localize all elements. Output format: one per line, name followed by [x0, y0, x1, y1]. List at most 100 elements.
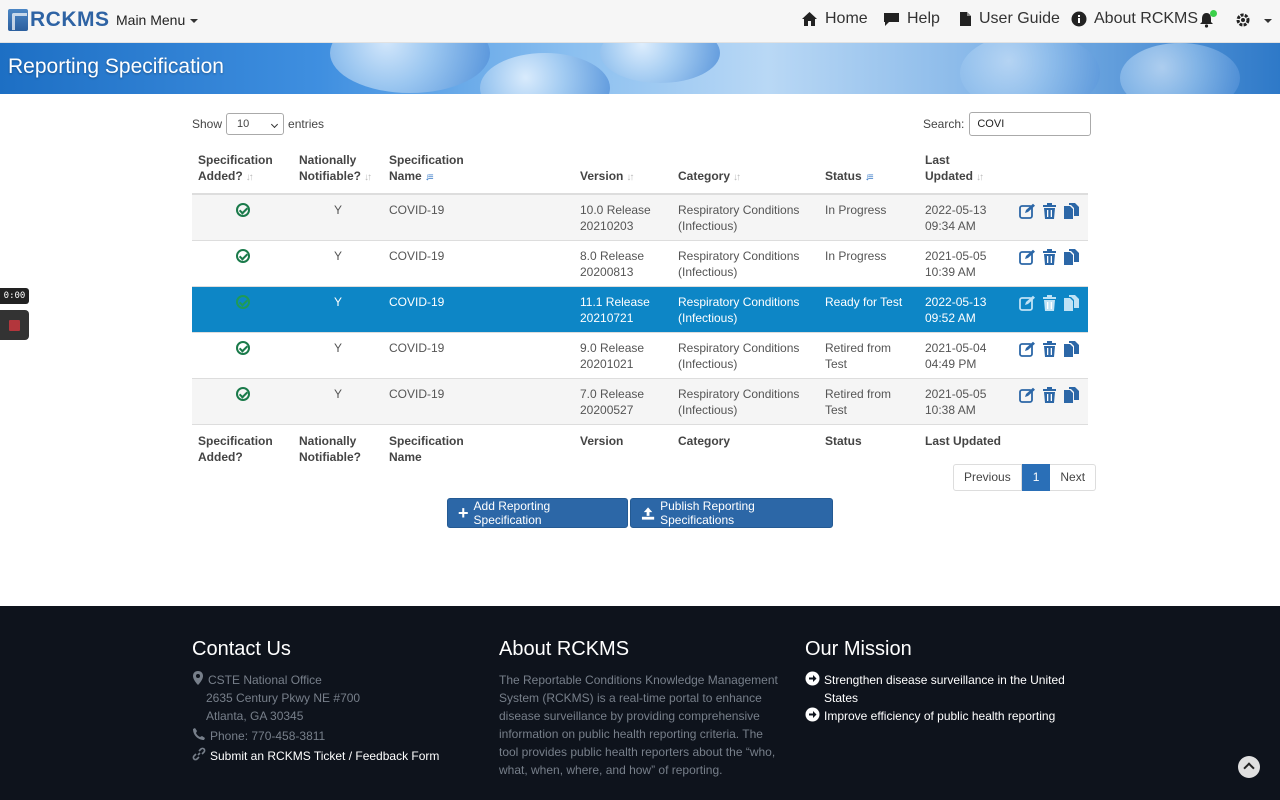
info-circle-icon	[1071, 11, 1087, 27]
col-header-status[interactable]: Status ↓≡	[819, 148, 919, 195]
copy-icon[interactable]	[1063, 249, 1080, 269]
trash-icon[interactable]	[1042, 387, 1057, 407]
footer-mission-item: Improve efficiency of public health repo…	[805, 707, 1075, 725]
copy-icon[interactable]	[1063, 295, 1080, 315]
check-circle-icon	[235, 387, 250, 401]
footer-header-added-line1: Specification	[198, 434, 273, 448]
footer-header-status: Status	[825, 434, 862, 448]
col-header-notifiable-line1: Nationally	[299, 153, 357, 167]
footer-header-added-line2: Added?	[198, 450, 243, 464]
cell-updated: 2022-05-13 09:34 AM	[919, 194, 1013, 241]
trash-icon[interactable]	[1042, 249, 1057, 269]
main-menu-dropdown[interactable]: Main Menu	[116, 12, 199, 28]
copy-icon[interactable]	[1063, 341, 1080, 361]
col-header-updated[interactable]: Last Updated ↓↑	[919, 148, 1013, 195]
page-banner: Reporting Specification	[0, 43, 1280, 94]
publish-reporting-specifications-button[interactable]: Publish Reporting Specifications	[630, 498, 833, 528]
cell-category-line1: Respiratory Conditions	[678, 295, 800, 309]
settings-dropdown[interactable]	[1235, 12, 1272, 28]
trash-icon[interactable]	[1042, 203, 1057, 223]
logo-icon	[8, 9, 28, 31]
col-header-updated-line2: Updated	[925, 169, 973, 183]
pagination-page-1[interactable]: 1	[1021, 464, 1051, 491]
home-icon	[802, 12, 817, 26]
footer-address-line2: Atlanta, GA 30345	[206, 709, 304, 723]
stop-recording-button[interactable]	[0, 310, 29, 340]
table-row[interactable]: Y COVID-19 7.0 Release 20200527 Respiratory …	[192, 378, 1088, 425]
search-input[interactable]	[969, 112, 1092, 136]
table-row[interactable]: Y COVID-19 8.0 Release 20200813 Respiratory …	[192, 240, 1088, 287]
trash-icon[interactable]	[1042, 341, 1057, 361]
col-header-added-line2: Added?	[198, 169, 243, 183]
cell-version: 9.0 Release 20201021	[574, 332, 672, 379]
cell-added	[192, 332, 293, 379]
entries-select[interactable]: 10	[226, 113, 285, 135]
notification-dot	[1210, 10, 1217, 17]
col-header-name[interactable]: Specification Name ↓≡	[383, 148, 574, 195]
col-header-version[interactable]: Version ↓↑	[574, 148, 672, 195]
cell-updated-time: 10:38 AM	[925, 403, 976, 417]
pagination-next[interactable]: Next	[1050, 464, 1097, 491]
copy-icon[interactable]	[1063, 203, 1080, 223]
cell-status-line2: Test	[825, 357, 848, 371]
table-row[interactable]: Y COVID-19 10.0 Release 20210203 Respiratory…	[192, 194, 1088, 241]
footer-header-name: Specification Name	[383, 425, 574, 473]
footer-contact-title: Contact Us	[192, 638, 291, 660]
nav-user-guide-label: User Guide	[979, 10, 1060, 27]
footer-mission-text: Improve efficiency of public health repo…	[824, 709, 1056, 723]
chevron-down-icon	[1264, 19, 1272, 23]
col-header-category-label: Category	[678, 169, 731, 183]
cell-version-line2: 20200813	[580, 265, 634, 279]
col-header-category[interactable]: Category ↓↑	[672, 148, 819, 195]
footer-ticket-link[interactable]: Submit an RCKMS Ticket / Feedback Form	[192, 747, 472, 765]
rckms-logo[interactable]: RCKMS	[8, 8, 110, 32]
edit-icon[interactable]	[1019, 249, 1036, 269]
footer-office-text: CSTE National Office	[208, 673, 322, 687]
add-reporting-specification-button[interactable]: + Add Reporting Specification	[447, 498, 628, 528]
col-header-notifiable[interactable]: Nationally Notifiable? ↓↑	[293, 148, 383, 195]
page-title: Reporting Specification	[8, 55, 224, 78]
nav-home[interactable]: Home	[801, 10, 868, 28]
footer-mission-text: Strengthen disease surveillance in the U…	[824, 673, 1065, 705]
cell-status-line1: Retired from	[825, 387, 892, 401]
cell-name: COVID-19	[383, 240, 574, 287]
add-button-label: Add Reporting Specification	[473, 499, 551, 527]
col-header-added[interactable]: Specification Added? ↓↑	[192, 148, 293, 195]
cell-status-line1: In Progress	[825, 203, 887, 217]
col-header-updated-line1: Last	[925, 153, 950, 167]
link-icon	[192, 747, 206, 761]
edit-icon[interactable]	[1019, 295, 1036, 315]
nav-about[interactable]: About RCKMS	[1071, 10, 1198, 28]
cell-notifiable: Y	[293, 194, 383, 241]
footer-about: About RCKMS The Reportable Conditions Kn…	[499, 638, 779, 779]
copy-icon[interactable]	[1063, 387, 1080, 407]
scroll-to-top-button[interactable]	[1238, 756, 1260, 778]
table-row[interactable]: Y COVID-19 9.0 Release 20201021 Respiratory …	[192, 332, 1088, 379]
cell-category-line1: Respiratory Conditions	[678, 249, 800, 263]
nav-help[interactable]: Help	[883, 10, 940, 28]
entries-label: entries	[288, 117, 325, 131]
edit-icon[interactable]	[1019, 341, 1036, 361]
footer-ticket-text: Submit an RCKMS Ticket / Feedback Form	[210, 749, 440, 763]
plus-icon: +	[458, 503, 469, 523]
nav-about-label: About RCKMS	[1094, 10, 1199, 27]
cell-added	[192, 378, 293, 425]
arrow-circle-right-icon	[805, 671, 820, 686]
cell-version-line1: 10.0 Release	[580, 203, 651, 217]
cell-status: In Progress	[819, 194, 919, 241]
cell-category-line2: (Infectious)	[678, 403, 738, 417]
pagination-previous[interactable]: Previous	[953, 464, 1022, 491]
nav-user-guide[interactable]: User Guide	[959, 10, 1060, 28]
cell-updated-date: 2022-05-13	[925, 203, 987, 217]
cell-updated-time: 04:49 PM	[925, 357, 977, 371]
trash-icon[interactable]	[1042, 295, 1057, 315]
table-row[interactable]: Y COVID-19 11.1 Release 20210721 Respiratory…	[192, 286, 1088, 333]
footer-about-title: About RCKMS	[499, 638, 630, 660]
cell-actions	[1013, 286, 1088, 333]
sort-icon: ↓↑	[976, 172, 984, 183]
edit-icon[interactable]	[1019, 387, 1036, 407]
cell-category: Respiratory Conditions (Infectious)	[672, 286, 819, 333]
edit-icon[interactable]	[1019, 203, 1036, 223]
notifications-button[interactable]	[1199, 10, 1217, 28]
cell-actions	[1013, 194, 1088, 241]
